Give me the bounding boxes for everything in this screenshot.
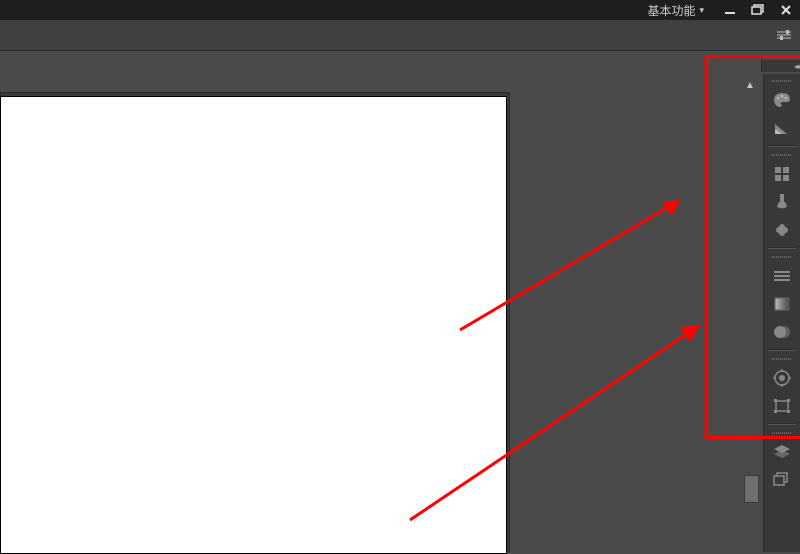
minimize-icon (724, 4, 736, 16)
gradient-icon (774, 297, 790, 311)
options-bar (0, 20, 800, 51)
dock-grip-icon[interactable] (770, 432, 794, 436)
restore-icon (751, 4, 765, 16)
brush-icon (774, 193, 790, 211)
options-menu-button[interactable] (776, 27, 792, 43)
dock-grip-icon[interactable] (770, 154, 794, 158)
close-button[interactable] (772, 0, 800, 20)
grid-icon (774, 166, 790, 182)
swatches-panel-button[interactable] (767, 161, 797, 187)
appearance-panel-button[interactable] (767, 365, 797, 391)
maximize-button[interactable] (744, 0, 772, 20)
appearance-icon (773, 369, 791, 387)
dock-separator (768, 423, 796, 425)
brushes-panel-button[interactable] (767, 189, 797, 215)
layers-icon (773, 444, 791, 460)
artboards-icon (773, 472, 791, 488)
dock-grip-icon[interactable] (770, 256, 794, 260)
dock-grip-icon[interactable] (770, 358, 794, 362)
minimize-button[interactable] (716, 0, 744, 20)
gradient-panel-button[interactable] (767, 291, 797, 317)
panel-dock (763, 74, 800, 552)
expand-chevrons-icon: ◂◂ (794, 62, 798, 71)
symbols-panel-button[interactable] (767, 217, 797, 243)
color-panel-button[interactable] (767, 87, 797, 113)
dock-separator (768, 145, 796, 147)
stroke-icon (773, 269, 791, 283)
layers-panel-button[interactable] (767, 439, 797, 465)
clone-icon (773, 222, 791, 238)
transparency-panel-button[interactable] (767, 319, 797, 345)
dock-separator (768, 247, 796, 249)
transparency-icon (773, 324, 791, 340)
vertical-scrollbar-thumb[interactable] (744, 475, 759, 503)
dock-grip-icon[interactable] (770, 80, 794, 84)
color-palette-icon (773, 92, 791, 108)
swatches-icon (773, 120, 791, 136)
artboards-panel-button[interactable] (767, 467, 797, 493)
dock-separator (768, 349, 796, 351)
panel-collapse-arrow-icon[interactable]: ▲ (744, 80, 756, 92)
sliders-icon (777, 30, 791, 40)
canvas-frame (0, 92, 510, 552)
title-bar: 基本功能 ▾ (0, 0, 800, 20)
close-icon (780, 4, 792, 16)
workspace-switcher-label[interactable]: 基本功能 (641, 2, 699, 19)
graphic-styles-panel-button[interactable] (767, 393, 797, 419)
canvas[interactable] (0, 96, 507, 554)
color-guide-panel-button[interactable] (767, 115, 797, 141)
dropdown-caret-icon[interactable]: ▾ (699, 5, 716, 16)
stroke-panel-button[interactable] (767, 263, 797, 289)
transform-icon (773, 398, 791, 414)
dock-expand-button[interactable]: ◂◂ (761, 60, 800, 72)
